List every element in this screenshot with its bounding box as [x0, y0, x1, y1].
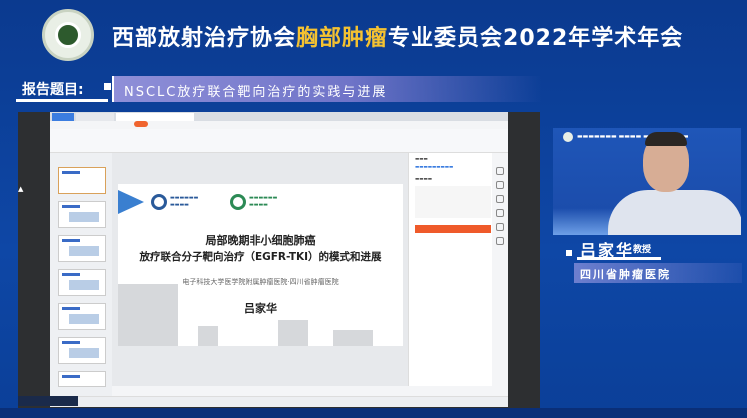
topic-label: 报告题目: [22, 82, 84, 98]
meeting-indicator [18, 396, 78, 406]
tool-icon[interactable] [496, 181, 504, 189]
speaker-video: ▬▬▬▬▬▬▬ ▬▬▬▬ ▬▬▬▬▬▬▬▬ [553, 128, 741, 235]
tab-presentation[interactable] [116, 113, 194, 121]
topic-underline [16, 99, 108, 102]
menu-start-active[interactable] [134, 121, 148, 127]
bottom-strip [0, 408, 747, 418]
topic-marker [104, 83, 111, 90]
slide-thumbnail[interactable] [58, 371, 106, 387]
tab-doc[interactable] [76, 113, 114, 121]
tool-icon[interactable] [496, 223, 504, 231]
side-panel: ▬▬▬ ▬▬▬▬▬▬▬▬▬ ▬▬▬▬ [408, 153, 492, 396]
panel-action-button[interactable] [415, 225, 491, 233]
tab-home[interactable] [52, 113, 74, 121]
tool-icon[interactable] [496, 209, 504, 217]
slide-thumbnail[interactable] [58, 303, 106, 330]
building-illustration [278, 320, 308, 346]
panel-link[interactable]: ▬▬▬▬▬▬▬▬▬ [415, 165, 453, 170]
building-illustration [198, 326, 218, 346]
event-title-part1: 西部放射治疗协会 [112, 26, 297, 51]
slide-thumbnail[interactable] [58, 269, 106, 296]
building-illustration [118, 284, 178, 346]
status-bar [50, 396, 508, 407]
side-icon-strip [492, 153, 508, 396]
speaker-hair [645, 132, 687, 146]
notes-area[interactable] [112, 386, 492, 396]
slide-title-line1: 局部晚期非小细胞肺癌 [205, 234, 316, 247]
hospital-logo [230, 194, 246, 210]
university-logo-text: ▬▬▬▬▬▬ ▬▬▬▬ [170, 195, 199, 208]
tool-icon[interactable] [496, 195, 504, 203]
speaker-title: 教授 [633, 245, 652, 255]
panel-text: ▬▬▬▬ [415, 177, 433, 182]
slide-thumbnail[interactable] [58, 337, 106, 364]
app-tab-bar [50, 112, 508, 121]
ribbon-toolbar [50, 129, 508, 153]
slide-thumbnail[interactable] [58, 167, 106, 194]
menu-bar [50, 121, 508, 129]
hospital-logo-text: ▬▬▬▬▬▬ ▬▬▬▬ [249, 195, 278, 208]
event-title-part2: 专业委员会2022年学术年会 [388, 26, 684, 51]
speaker-body [608, 190, 741, 235]
arrow-decoration [118, 190, 144, 214]
video-logo [563, 132, 573, 142]
mouse-cursor-icon: ▲ [18, 185, 24, 193]
speaker-marker [566, 250, 572, 256]
tool-icon[interactable] [496, 237, 504, 245]
event-title-highlight: 胸部肿瘤 [296, 26, 389, 51]
current-slide[interactable]: ▬▬▬▬▬▬ ▬▬▬▬ ▬▬▬▬▬▬ ▬▬▬▬ 局部晚期非小细胞肺癌 放疗联合分子靶… [118, 184, 403, 346]
slide-thumbnails [50, 153, 112, 396]
slide-thumbnail[interactable] [58, 201, 106, 228]
topic-title: NSCLC放疗联合靶向治疗的实践与进展 [124, 85, 388, 100]
panel-card [415, 186, 491, 218]
presentation-app-window: ▬▬▬▬▬▬ ▬▬▬▬ ▬▬▬▬▬▬ ▬▬▬▬ 局部晚期非小细胞肺癌 放疗联合分子靶… [50, 112, 508, 407]
event-title: 西部放射治疗协会胸部肿瘤专业委员会2022年学术年会 [112, 20, 683, 52]
speaker-underline [577, 257, 661, 260]
panel-header: ▬▬▬ [415, 157, 428, 162]
speaker-hospital: 四川省肿瘤医院 [580, 268, 671, 281]
tool-icon[interactable] [496, 167, 504, 175]
university-logo [151, 194, 167, 210]
slide-title-line2: 放疗联合分子靶向治疗（EGFR-TKI）的模式和进展 [139, 251, 382, 263]
association-logo [42, 9, 94, 61]
slide-thumbnail[interactable] [58, 235, 106, 262]
building-illustration [333, 330, 373, 346]
